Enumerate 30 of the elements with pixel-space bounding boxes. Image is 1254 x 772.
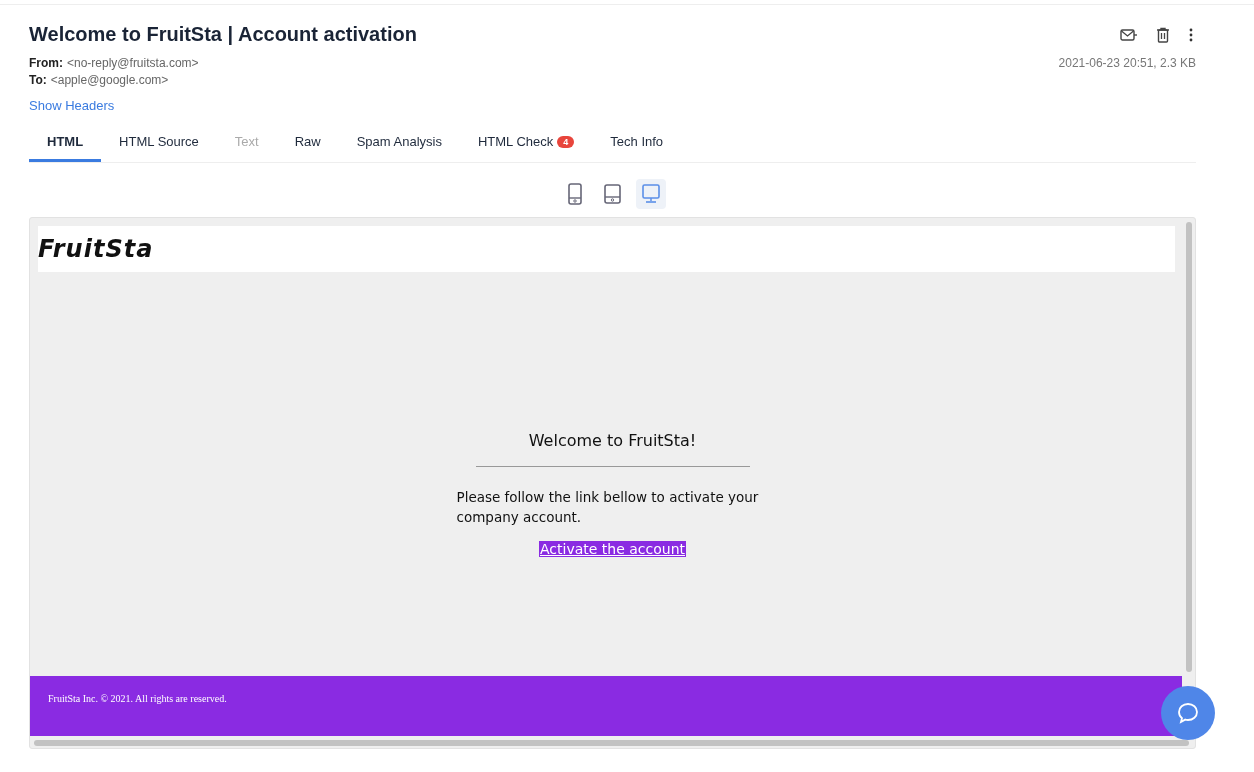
from-label: From: <box>29 56 63 70</box>
chat-button[interactable] <box>1161 686 1215 740</box>
phone-icon <box>567 183 582 205</box>
date-size: 2021-06-23 20:51, 2.3 KB <box>1058 56 1196 72</box>
desktop-view-button[interactable] <box>635 179 666 209</box>
body-text: Please follow the link bellow to activate your company account. <box>456 488 760 527</box>
show-headers-link[interactable]: Show Headers <box>29 98 115 113</box>
count-badge: 4 <box>557 135 575 148</box>
tablet-icon <box>604 184 621 204</box>
to-address: <apple@google.com> <box>50 73 169 87</box>
email-subject: Welcome to FruitSta | Account activation <box>29 23 417 46</box>
speech-bubble-icon <box>1176 701 1200 725</box>
tab[interactable]: Raw <box>276 124 339 162</box>
tab[interactable]: Tech Info <box>592 124 682 162</box>
vertical-scrollbar[interactable] <box>1186 222 1192 672</box>
tab[interactable]: HTML Source <box>101 124 217 162</box>
tab[interactable]: HTML <box>29 124 102 162</box>
footer-text: FruitSta Inc. © 2021. All rights are reserved. <box>48 692 227 704</box>
trash-icon <box>1156 26 1170 43</box>
horizontal-scrollbar[interactable] <box>34 740 1189 746</box>
monitor-icon <box>641 184 660 204</box>
tab[interactable]: Spam Analysis <box>338 124 460 162</box>
welcome-heading: Welcome to FruitSta! <box>528 431 697 450</box>
from-address: <no-reply@fruitsta.com> <box>67 56 199 70</box>
more-icon <box>1188 26 1194 43</box>
to-label: To: <box>29 73 47 87</box>
logo: FruitSta <box>38 235 154 263</box>
activate-link[interactable]: Activate the account <box>539 541 686 557</box>
tab[interactable]: HTML Check 4 <box>459 124 593 162</box>
envelope-icon <box>1120 27 1138 42</box>
